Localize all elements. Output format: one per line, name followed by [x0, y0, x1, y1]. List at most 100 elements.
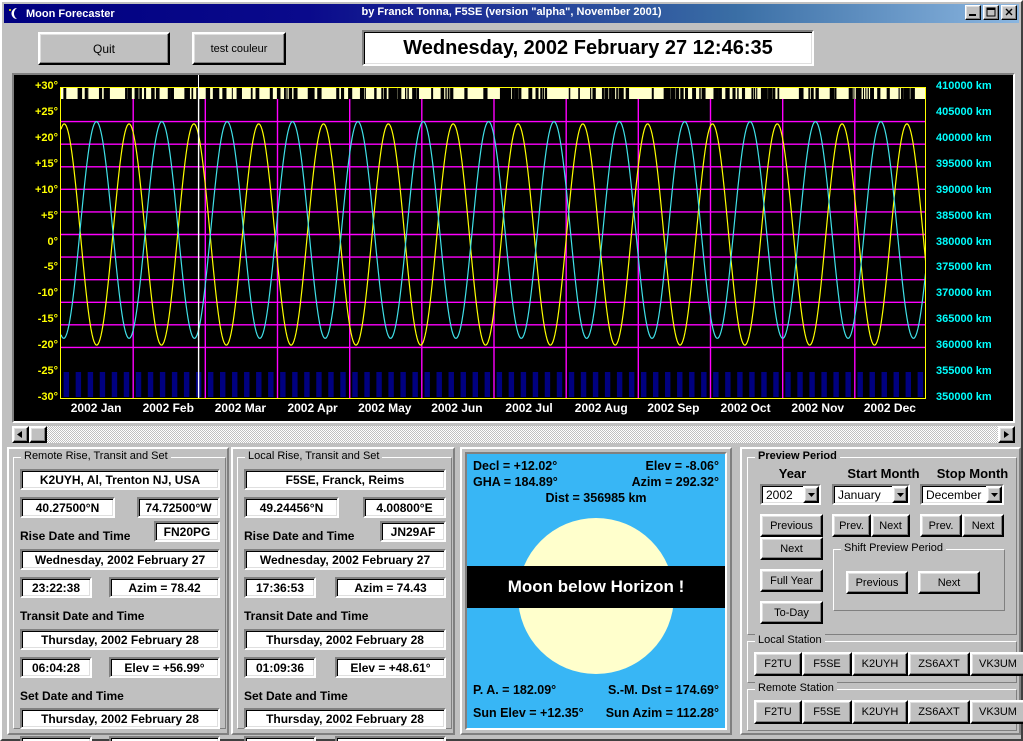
local-rise-azim-field[interactable]: Azim = 74.43	[335, 577, 446, 598]
chart-left-tick: -15°	[37, 313, 58, 326]
chart-x-tick: 2002 Aug	[574, 401, 628, 415]
shift-next-button[interactable]: Next	[918, 571, 980, 594]
start-month-combo[interactable]: January	[832, 484, 910, 505]
chart-right-tick: 395000 km	[936, 157, 992, 170]
moon-forecast-chart[interactable]: +30° +25° +20° +15° +10° +5° 0° -5° -10° -15° -20°…	[12, 73, 1015, 423]
title-bar: Moon Forecaster by Franck Tonna, F5SE (v…	[4, 4, 1019, 23]
remote-set-azim-field[interactable]: Azim = 277.23	[109, 736, 220, 741]
remote-set-date-field[interactable]: Thursday, 2002 February 28	[20, 708, 220, 729]
remote-transit-time-field[interactable]: 06:04:28	[20, 657, 92, 678]
test-color-button[interactable]: test couleur	[192, 32, 286, 65]
scrollbar-track[interactable]	[47, 426, 998, 443]
moon-sun-elev-text: Sun Elev = +12.35°	[473, 706, 584, 720]
local-station-field[interactable]: F5SE, Franck, Reims	[244, 469, 446, 490]
start-month-prev-button[interactable]: Prev.	[832, 514, 871, 537]
year-combo[interactable]: 2002	[760, 484, 821, 505]
start-month-label: Start Month	[847, 466, 920, 481]
local-set-date-field[interactable]: Thursday, 2002 February 28	[244, 708, 446, 729]
remote-transit-date-field[interactable]: Thursday, 2002 February 28	[20, 629, 220, 650]
controls-panel: Preview Period Year Start Month Stop Mon…	[740, 447, 1023, 735]
local-station-button-zs6axt[interactable]: ZS6AXT	[908, 652, 970, 676]
local-set-time-field[interactable]: 07:21:05	[244, 736, 316, 741]
full-year-button[interactable]: Full Year	[760, 569, 823, 592]
local-rise-date-field[interactable]: Wednesday, 2002 February 27	[244, 549, 446, 570]
local-station-button-f2tu[interactable]: F2TU	[754, 652, 802, 676]
moon-canvas[interactable]: Decl = +12.02° Elev = -8.06° GHA = 184.8…	[465, 452, 727, 730]
stop-month-next-button[interactable]: Next	[962, 514, 1004, 537]
remote-station-field[interactable]: K2UYH, Al, Trenton NJ, USA	[20, 469, 220, 490]
local-station-button-vk3um[interactable]: VK3UM	[970, 652, 1023, 676]
chart-x-tick: 2002 Nov	[791, 401, 845, 415]
moon-decl-text: Decl = +12.02°	[473, 459, 558, 473]
chart-left-tick: +25°	[34, 105, 58, 118]
remote-rise-azim-field[interactable]: Azim = 78.42	[109, 577, 220, 598]
remote-station-button-vk3um[interactable]: VK3UM	[970, 700, 1023, 724]
remote-station-button-f2tu[interactable]: F2TU	[754, 700, 802, 724]
chart-right-tick: 385000 km	[936, 209, 992, 222]
scroll-right-icon[interactable]	[998, 426, 1015, 443]
chart-left-tick: +5°	[41, 209, 58, 222]
local-latitude-field[interactable]: 49.24456°N	[244, 497, 339, 518]
close-button[interactable]	[1001, 5, 1017, 20]
local-rise-time-field[interactable]: 17:36:53	[244, 577, 316, 598]
maximize-button[interactable]	[983, 5, 999, 20]
remote-station-button-zs6axt[interactable]: ZS6AXT	[908, 700, 970, 724]
remote-rise-time-field[interactable]: 23:22:38	[20, 577, 92, 598]
chevron-down-icon[interactable]	[803, 486, 819, 503]
local-transit-elev-field[interactable]: Elev = +48.61°	[335, 657, 446, 678]
remote-rise-date-field[interactable]: Wednesday, 2002 February 27	[20, 549, 220, 570]
start-month-next-button[interactable]: Next	[871, 514, 910, 537]
today-button[interactable]: To-Day	[760, 601, 823, 624]
year-combo-value: 2002	[766, 487, 793, 502]
chart-left-tick: 0°	[47, 235, 58, 248]
shift-preview-title: Shift Preview Period	[841, 542, 947, 554]
local-transit-date-field[interactable]: Thursday, 2002 February 28	[244, 629, 446, 650]
local-station-button-k2uyh[interactable]: K2UYH	[852, 652, 908, 676]
chevron-down-icon[interactable]	[986, 486, 1002, 503]
local-transit-time-field[interactable]: 01:09:36	[244, 657, 316, 678]
local-station-button-f5se[interactable]: F5SE	[802, 652, 852, 676]
chart-x-tick: 2002 Jul	[505, 401, 553, 415]
remote-longitude-field[interactable]: 74.72500°W	[137, 497, 220, 518]
local-locator-field[interactable]: JN29AF	[380, 521, 446, 542]
chart-right-tick: 380000 km	[936, 235, 992, 248]
app-icon	[6, 6, 22, 21]
quit-button[interactable]: Quit	[38, 32, 170, 65]
remote-latitude-field[interactable]: 40.27500°N	[20, 497, 115, 518]
chart-left-tick: +10°	[34, 183, 58, 196]
scroll-left-icon[interactable]	[12, 426, 29, 443]
chart-right-tick: 405000 km	[936, 105, 992, 118]
shift-previous-button[interactable]: Previous	[846, 571, 908, 594]
chart-left-tick: +20°	[34, 131, 58, 144]
chart-x-tick: 2002 Feb	[142, 401, 194, 415]
chart-x-tick: 2002 Jan	[70, 401, 122, 415]
chart-right-tick: 360000 km	[936, 339, 992, 352]
moon-gha-text: GHA = 184.89°	[473, 475, 558, 489]
stop-month-combo-value: December	[926, 487, 982, 502]
remote-station-button-k2uyh[interactable]: K2UYH	[852, 700, 908, 724]
stop-month-prev-button[interactable]: Prev.	[920, 514, 962, 537]
remote-transit-label: Transit Date and Time	[20, 609, 145, 623]
remote-transit-elev-field[interactable]: Elev = +56.99°	[109, 657, 220, 678]
chart-x-tick: 2002 Apr	[287, 401, 338, 415]
local-group-title: Local Rise, Transit and Set	[245, 450, 383, 462]
local-longitude-field[interactable]: 4.00800°E	[363, 497, 446, 518]
remote-panel: Remote Rise, Transit and Set K2UYH, Al, …	[7, 447, 229, 741]
chart-x-tick: 2002 Dec	[863, 401, 916, 415]
remote-set-time-field[interactable]: 12:34:17	[20, 736, 92, 741]
chart-right-tick: 370000 km	[936, 287, 992, 300]
chart-right-tick: 410000 km	[936, 80, 992, 92]
app-subtitle: by Franck Tonna, F5SE (version "alpha", …	[361, 6, 662, 18]
remote-locator-field[interactable]: FN20PG	[154, 521, 220, 542]
remote-station-button-f5se[interactable]: F5SE	[802, 700, 852, 724]
chevron-down-icon[interactable]	[892, 486, 908, 503]
year-previous-button[interactable]: Previous	[760, 514, 823, 537]
chart-left-tick: -20°	[37, 339, 58, 352]
chart-horizontal-scrollbar[interactable]	[12, 426, 1015, 443]
year-next-button[interactable]: Next	[760, 537, 823, 560]
local-set-azim-field[interactable]: Azim = 280.32	[335, 736, 446, 741]
stop-month-combo[interactable]: December	[920, 484, 1004, 505]
scrollbar-thumb[interactable]	[29, 426, 47, 443]
start-month-combo-value: January	[838, 487, 881, 502]
minimize-button[interactable]	[965, 5, 981, 20]
